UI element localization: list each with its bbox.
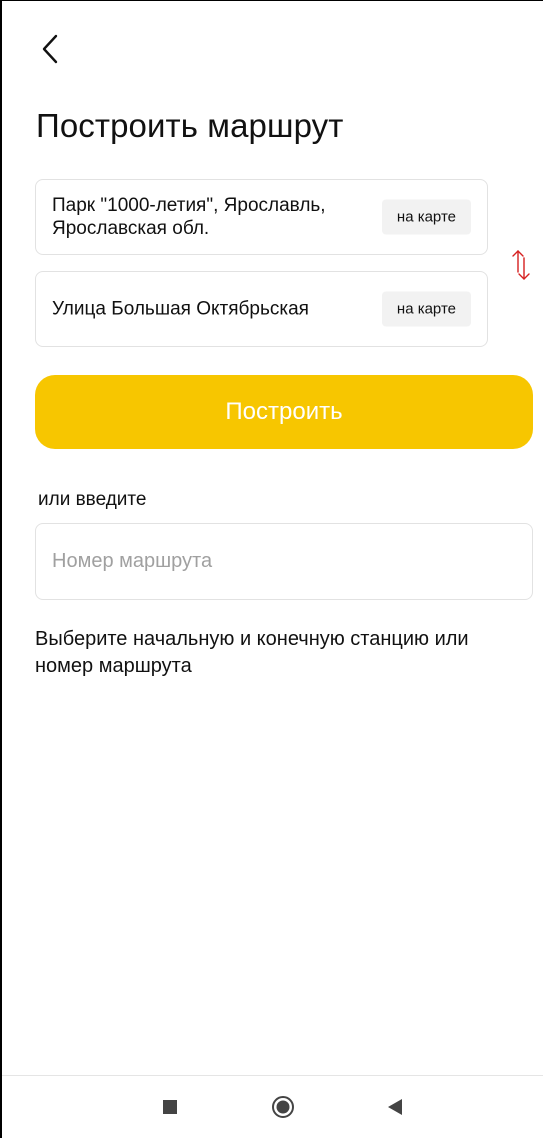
route-from-text: Парк "1000-летия", Ярославль, Ярославска…: [52, 195, 326, 239]
page-title: Построить маршрут: [36, 107, 344, 144]
system-nav-bar: [2, 1075, 543, 1138]
recents-button[interactable]: [163, 1100, 177, 1114]
build-route-button[interactable]: Построить: [35, 375, 533, 449]
circle-icon: [272, 1096, 294, 1118]
system-back-button[interactable]: [387, 1098, 403, 1116]
route-number-input[interactable]: [35, 523, 533, 600]
chevron-left-icon: [42, 34, 58, 64]
to-on-map-button[interactable]: на карте: [381, 291, 471, 327]
swap-vertical-arrows-icon: [512, 250, 530, 280]
route-to-field[interactable]: Улица Большая Октябрьская на карте: [35, 271, 488, 347]
home-button[interactable]: [271, 1095, 295, 1119]
route-from-field[interactable]: Парк "1000-летия", Ярославль, Ярославска…: [35, 179, 488, 255]
square-icon: [163, 1100, 177, 1114]
triangle-back-icon: [388, 1099, 402, 1115]
from-on-map-button[interactable]: на карте: [381, 199, 471, 235]
swap-route-button[interactable]: [508, 248, 536, 282]
back-button[interactable]: [32, 29, 68, 69]
route-to-text: Улица Большая Октябрьская: [52, 298, 309, 320]
hint-text: Выберите начальную и конечную станцию ил…: [35, 628, 469, 677]
or-enter-label: или введите: [38, 489, 147, 510]
